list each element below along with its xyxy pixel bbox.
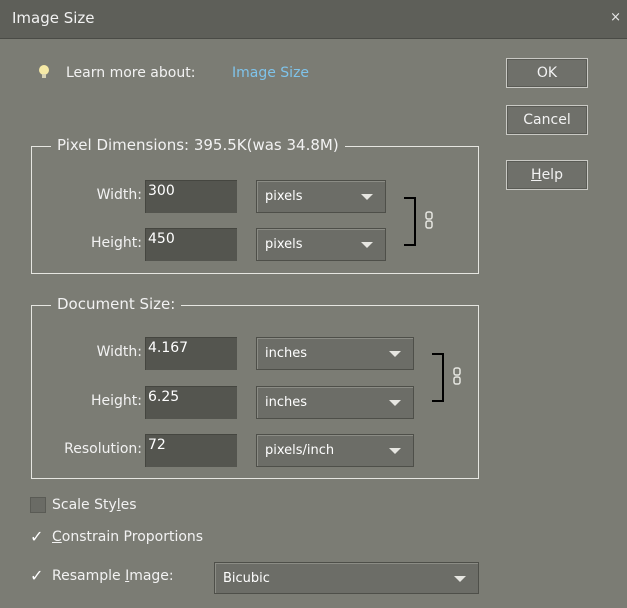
document-link-bracket: [432, 353, 444, 402]
pixel-height-unit-value: pixels: [265, 237, 303, 252]
resolution-field[interactable]: 72: [145, 434, 237, 467]
chevron-down-icon: [361, 242, 373, 248]
doc-width-unit-select[interactable]: inches: [256, 337, 414, 370]
doc-height-unit-select[interactable]: inches: [256, 386, 414, 419]
resample-image-label: Resample Image:: [52, 568, 174, 584]
lightbulb-icon: [39, 65, 49, 78]
pixel-width-field[interactable]: 300: [145, 180, 237, 213]
chevron-down-icon: [389, 400, 401, 406]
resolution-unit-value: pixels/inch: [265, 443, 335, 458]
pixel-height-unit-select[interactable]: pixels: [256, 228, 386, 261]
chevron-down-icon: [389, 351, 401, 357]
close-icon[interactable]: ×: [610, 10, 621, 25]
learn-more-label: Learn more about:: [66, 65, 196, 81]
document-size-title: Document Size:: [51, 295, 182, 313]
doc-width-label: Width:: [96, 344, 142, 360]
pixel-width-label: Width:: [96, 187, 142, 203]
chain-link-icon: [453, 367, 461, 385]
pixel-link-bracket: [404, 197, 416, 246]
chain-link-icon: [425, 211, 433, 229]
help-label-rest: elp: [541, 167, 563, 183]
pixel-height-label: Height:: [91, 235, 142, 251]
ok-button[interactable]: OK: [506, 58, 588, 88]
window-title: Image Size: [12, 9, 95, 27]
doc-height-label: Height:: [91, 393, 142, 409]
resolution-unit-select[interactable]: pixels/inch: [256, 434, 414, 467]
title-bar: Image Size ×: [0, 0, 627, 39]
doc-width-unit-value: inches: [265, 346, 308, 361]
pixel-height-field[interactable]: 450: [145, 228, 237, 261]
chevron-down-icon: [361, 194, 373, 200]
constrain-proportions-checkbox[interactable]: ✓: [30, 529, 46, 545]
doc-width-field[interactable]: 4.167: [145, 337, 237, 370]
chevron-down-icon: [389, 448, 401, 454]
help-mnemonic: H: [531, 167, 542, 183]
resample-method-value: Bicubic: [223, 571, 270, 586]
resample-method-select[interactable]: Bicubic: [214, 562, 479, 594]
learn-more-link[interactable]: Image Size: [232, 65, 309, 81]
pixel-width-unit-value: pixels: [265, 189, 303, 204]
help-button[interactable]: Help: [506, 160, 588, 190]
doc-height-field[interactable]: 6.25: [145, 386, 237, 419]
scale-styles-checkbox[interactable]: [30, 497, 46, 513]
doc-height-unit-value: inches: [265, 395, 308, 410]
scale-styles-label: Scale Styles: [52, 497, 137, 513]
pixel-width-unit-select[interactable]: pixels: [256, 180, 386, 213]
cancel-button[interactable]: Cancel: [506, 105, 588, 135]
pixel-dimensions-title: Pixel Dimensions: 395.5K(was 34.8M): [51, 136, 345, 154]
chevron-down-icon: [454, 576, 466, 582]
resolution-label: Resolution:: [64, 441, 142, 457]
constrain-proportions-label: Constrain Proportions: [52, 529, 204, 545]
resample-image-checkbox[interactable]: ✓: [30, 568, 46, 584]
image-size-dialog: Image Size × Learn more about: Image Siz…: [0, 0, 627, 608]
